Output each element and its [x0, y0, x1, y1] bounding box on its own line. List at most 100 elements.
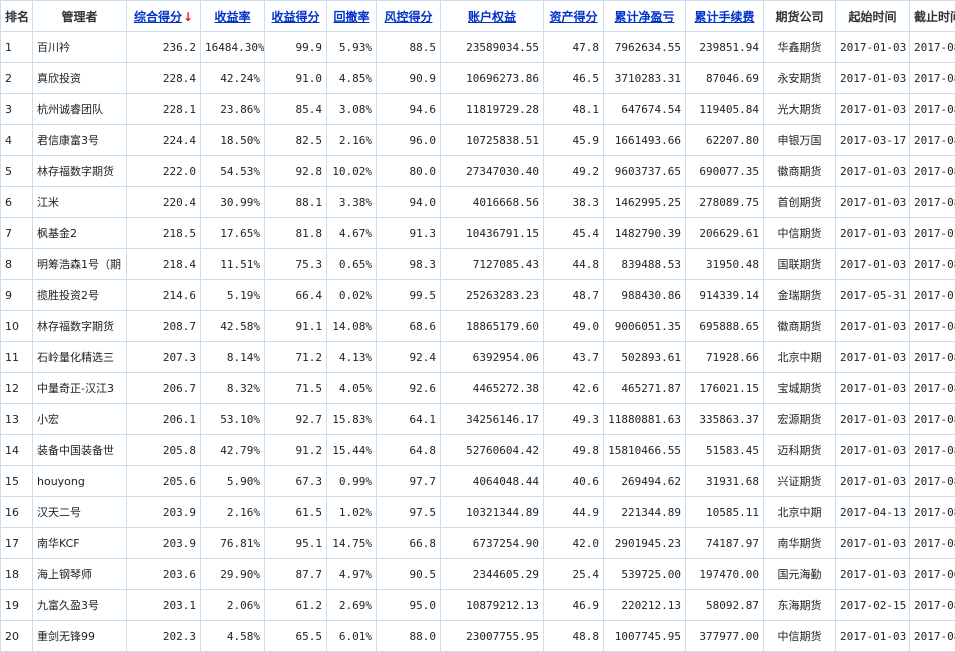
net-pnl-cell: 2901945.23	[604, 528, 686, 559]
return-rate-cell: 17.65%	[201, 218, 265, 249]
end-date-cell: 2017-08-01	[910, 621, 955, 652]
end-date-cell: 2017-08-01	[910, 156, 955, 187]
fees-cell: 377977.00	[686, 621, 764, 652]
rank-cell: 9	[1, 280, 33, 311]
rank-cell: 17	[1, 528, 33, 559]
return-rate-cell: 4.58%	[201, 621, 265, 652]
equity-cell: 4064048.44	[441, 466, 544, 497]
net-pnl-cell: 1462995.25	[604, 187, 686, 218]
start-date-cell: 2017-01-03	[836, 63, 910, 94]
sort-link-fees[interactable]: 累计手续费	[694, 10, 754, 24]
manager-cell: 林存福数字期货	[33, 311, 127, 342]
sort-link-return-rate[interactable]: 收益率	[214, 10, 250, 24]
return-rate-cell: 53.10%	[201, 404, 265, 435]
fees-cell: 74187.97	[686, 528, 764, 559]
score-cell: 203.9	[127, 528, 201, 559]
risk-score-cell: 88.0	[377, 621, 441, 652]
sort-link-return-score[interactable]: 收益得分	[271, 10, 319, 24]
equity-cell: 7127085.43	[441, 249, 544, 280]
score-cell: 214.6	[127, 280, 201, 311]
broker-cell: 永安期货	[764, 63, 836, 94]
start-date-cell: 2017-01-03	[836, 373, 910, 404]
return-score-cell: 67.3	[265, 466, 327, 497]
column-header-equity[interactable]: 账户权益	[441, 1, 544, 32]
sort-link-net-pnl[interactable]: 累计净盈亏	[614, 10, 674, 24]
equity-cell: 6392954.06	[441, 342, 544, 373]
risk-score-cell: 99.5	[377, 280, 441, 311]
manager-cell: 南华KCF	[33, 528, 127, 559]
table-row: 11石岭量化精选三207.38.14%71.24.13%92.46392954.…	[1, 342, 955, 373]
rank-cell: 3	[1, 94, 33, 125]
end-date-cell: 2017-05-22	[910, 218, 955, 249]
drawdown-cell: 4.67%	[327, 218, 377, 249]
drawdown-cell: 15.83%	[327, 404, 377, 435]
net-pnl-cell: 502893.61	[604, 342, 686, 373]
asset-score-cell: 42.0	[544, 528, 604, 559]
column-header-return-score[interactable]: 收益得分	[265, 1, 327, 32]
asset-score-cell: 49.8	[544, 435, 604, 466]
equity-cell: 10696273.86	[441, 63, 544, 94]
drawdown-cell: 10.02%	[327, 156, 377, 187]
return-rate-cell: 2.06%	[201, 590, 265, 621]
score-cell: 206.1	[127, 404, 201, 435]
column-header-net-pnl[interactable]: 累计净盈亏	[604, 1, 686, 32]
table-row: 5林存福数字期货222.054.53%92.810.02%80.02734703…	[1, 156, 955, 187]
manager-cell: 重剑无锋99	[33, 621, 127, 652]
sort-link-asset-score[interactable]: 资产得分	[549, 10, 597, 24]
broker-cell: 中信期货	[764, 621, 836, 652]
end-date-cell: 2017-08-01	[910, 342, 955, 373]
net-pnl-cell: 647674.54	[604, 94, 686, 125]
manager-cell: 海上钢琴师	[33, 559, 127, 590]
fees-cell: 206629.61	[686, 218, 764, 249]
column-header-asset-score[interactable]: 资产得分	[544, 1, 604, 32]
risk-score-cell: 66.8	[377, 528, 441, 559]
table-row: 8明筹浩森1号（期218.411.51%75.30.65%98.37127085…	[1, 249, 955, 280]
sort-link-score[interactable]: 综合得分	[134, 10, 182, 24]
return-score-cell: 92.8	[265, 156, 327, 187]
drawdown-cell: 4.97%	[327, 559, 377, 590]
drawdown-cell: 3.08%	[327, 94, 377, 125]
equity-cell: 10879212.13	[441, 590, 544, 621]
column-header-risk-score[interactable]: 风控得分	[377, 1, 441, 32]
risk-score-cell: 94.6	[377, 94, 441, 125]
broker-cell: 南华期货	[764, 528, 836, 559]
column-header-score[interactable]: 综合得分↓	[127, 1, 201, 32]
drawdown-cell: 5.93%	[327, 32, 377, 63]
rank-cell: 16	[1, 497, 33, 528]
column-header-return-rate[interactable]: 收益率	[201, 1, 265, 32]
fees-cell: 31950.48	[686, 249, 764, 280]
broker-cell: 北京中期	[764, 342, 836, 373]
rank-cell: 7	[1, 218, 33, 249]
net-pnl-cell: 221344.89	[604, 497, 686, 528]
return-score-cell: 65.5	[265, 621, 327, 652]
broker-cell: 金瑞期货	[764, 280, 836, 311]
broker-cell: 东海期货	[764, 590, 836, 621]
rank-cell: 6	[1, 187, 33, 218]
return-rate-cell: 23.86%	[201, 94, 265, 125]
score-cell: 206.7	[127, 373, 201, 404]
sort-link-drawdown[interactable]: 回撤率	[333, 10, 369, 24]
return-score-cell: 88.1	[265, 187, 327, 218]
rank-cell: 5	[1, 156, 33, 187]
broker-cell: 徽商期货	[764, 156, 836, 187]
sort-link-equity[interactable]: 账户权益	[468, 10, 516, 24]
start-date-cell: 2017-01-03	[836, 528, 910, 559]
drawdown-cell: 3.38%	[327, 187, 377, 218]
equity-cell: 11819729.28	[441, 94, 544, 125]
sort-link-risk-score[interactable]: 风控得分	[384, 10, 432, 24]
drawdown-cell: 4.13%	[327, 342, 377, 373]
score-cell: 224.4	[127, 125, 201, 156]
net-pnl-cell: 3710283.31	[604, 63, 686, 94]
column-header-fees[interactable]: 累计手续费	[686, 1, 764, 32]
column-header-drawdown[interactable]: 回撤率	[327, 1, 377, 32]
score-cell: 208.7	[127, 311, 201, 342]
end-date-cell: 2017-08-01	[910, 497, 955, 528]
manager-cell: 枫基金2	[33, 218, 127, 249]
return-score-cell: 66.4	[265, 280, 327, 311]
rank-cell: 1	[1, 32, 33, 63]
rank-cell: 18	[1, 559, 33, 590]
asset-score-cell: 45.4	[544, 218, 604, 249]
score-cell: 205.8	[127, 435, 201, 466]
net-pnl-cell: 465271.87	[604, 373, 686, 404]
start-date-cell: 2017-01-03	[836, 311, 910, 342]
